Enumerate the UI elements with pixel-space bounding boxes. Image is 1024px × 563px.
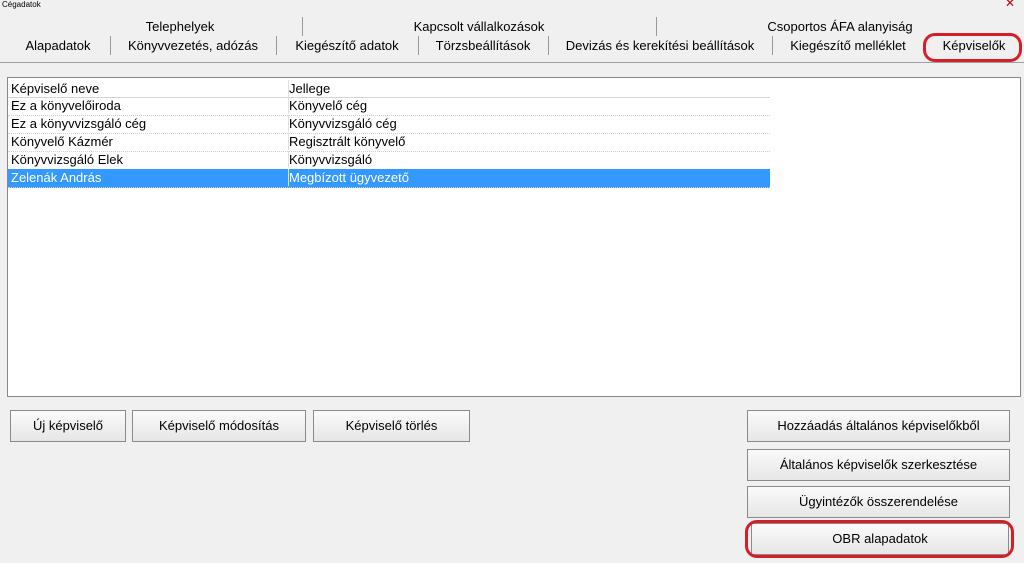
tab-devizas[interactable]: Devizás és kerekítési beállítások xyxy=(548,36,771,55)
cell-type: Megbízott ügyvezető xyxy=(288,169,409,186)
add-from-general-button[interactable]: Hozzáadás általános képviselőkből xyxy=(747,410,1010,442)
cell-name: Ez a könyvvizsgáló cég xyxy=(11,116,147,131)
cell-name: Könyvelő Kázmér xyxy=(11,134,113,149)
tab-row-bottom: Alapadatok Könyvvezetés, adózás Kiegészí… xyxy=(0,36,1024,55)
new-representative-button[interactable]: Új képviselő xyxy=(10,410,126,442)
cell-name: Zelenák András xyxy=(11,170,102,185)
cell-name: Ez a könyvelőiroda xyxy=(11,98,121,113)
window-titlebar: Cégadatok ✕ xyxy=(0,0,1024,12)
tab-kiegeszito-adatok[interactable]: Kiegészítő adatok xyxy=(276,36,417,55)
tab-row-top: Telephelyek Kapcsolt vállalkozások Csopo… xyxy=(0,17,1024,36)
cell-name: Könyvvizsgáló Elek xyxy=(11,152,123,167)
tab-kapcsolt-vallalkozasok[interactable]: Kapcsolt vállalkozások xyxy=(302,17,655,36)
table-row[interactable]: Könyvelő Kázmér Regisztrált könyvelő xyxy=(8,133,770,152)
delete-representative-button[interactable]: Képviselő törlés xyxy=(313,410,470,442)
tab-telephelyek[interactable]: Telephelyek xyxy=(60,17,300,36)
tab-konyvvezetes[interactable]: Könyvvezetés, adózás xyxy=(110,36,275,55)
table-row[interactable]: Ez a könyvvizsgáló cég Könyvvizsgáló cég xyxy=(8,115,770,134)
tab-alapadatok[interactable]: Alapadatok xyxy=(8,36,108,55)
table-row[interactable]: Könyvvizsgáló Elek Könyvvizsgáló xyxy=(8,151,770,170)
window-title: Cégadatok xyxy=(2,0,41,9)
cell-type: Könyvelő cég xyxy=(288,97,368,114)
button-highlight-annotation xyxy=(745,520,1014,558)
representatives-table[interactable]: Képviselő neve Jellege Ez a könyvelőirod… xyxy=(7,77,1021,397)
table-header: Képviselő neve Jellege xyxy=(8,80,770,98)
cell-type: Könyvvizsgáló xyxy=(288,151,373,168)
close-icon[interactable]: ✕ xyxy=(1000,0,1020,9)
cell-type: Könyvvizsgáló cég xyxy=(288,115,397,132)
tab-torzsbeallitasok[interactable]: Törzsbeállítások xyxy=(418,36,547,55)
table-row-selected[interactable]: Zelenák András Megbízott ügyvezető xyxy=(8,169,770,188)
cell-type: Regisztrált könyvelő xyxy=(288,133,406,150)
edit-general-representatives-button[interactable]: Általános képviselők szerkesztése xyxy=(747,449,1010,481)
table-row[interactable]: Ez a könyvelőiroda Könyvelő cég xyxy=(8,97,770,116)
column-header-name[interactable]: Képviselő neve xyxy=(11,80,99,97)
assign-agents-button[interactable]: Ügyintézők összerendelése xyxy=(747,486,1010,518)
tab-highlight-annotation xyxy=(923,33,1022,62)
column-header-type[interactable]: Jellege xyxy=(288,80,330,97)
modify-representative-button[interactable]: Képviselő módosítás xyxy=(132,410,306,442)
tab-divider xyxy=(0,62,1024,63)
tab-kiegeszito-melleklet[interactable]: Kiegészítő melléklet xyxy=(772,36,923,55)
